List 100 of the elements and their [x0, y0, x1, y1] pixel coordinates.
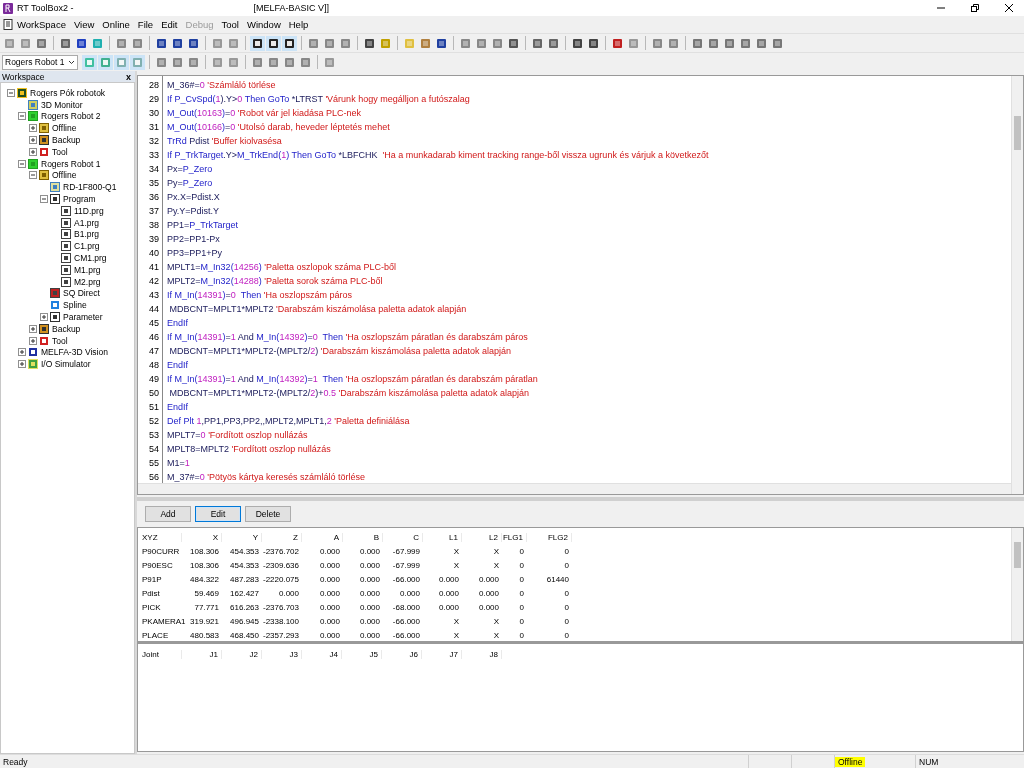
menu-item[interactable]: WorkSpace [13, 18, 70, 31]
code-line: PP2=PP1-Px [167, 233, 220, 246]
menu-item[interactable]: Edit [157, 18, 182, 31]
table-cell-text: -2376.702 [262, 546, 300, 556]
expand-icon[interactable] [18, 348, 26, 357]
tree-item[interactable]: A1.prg [73, 217, 100, 228]
table-cell-text: PICK [142, 602, 162, 612]
line-number: 40 [148, 247, 160, 260]
scrollbar[interactable] [138, 483, 1011, 494]
code-line: Py=P_Zero [167, 177, 213, 190]
table-cell-text: 0 [563, 630, 570, 640]
toolbar-button[interactable] [282, 35, 297, 51]
table-cell-text: Pdist [142, 588, 161, 598]
column-header: A [302, 532, 343, 542]
tree-item[interactable]: Parameter [62, 312, 103, 323]
line-number: 53 [148, 429, 160, 442]
code-editor[interactable] [137, 75, 1024, 495]
tree-item[interactable]: MELFA-3D Vision [40, 347, 108, 358]
column-header: J8 [462, 649, 502, 659]
tree-item[interactable]: C1.prg [73, 241, 100, 252]
expand-icon[interactable] [29, 124, 37, 133]
close-icon [1004, 3, 1014, 13]
expand-icon[interactable] [29, 336, 37, 345]
tree-item[interactable]: Backup [51, 323, 81, 334]
tree-item[interactable]: Tool [51, 146, 68, 157]
code-line: M_Out(10166)=0 'Utolsó darab, heveder léptetés mehet [167, 121, 390, 134]
line-number: 46 [148, 331, 160, 344]
collapse-icon[interactable] [29, 171, 37, 180]
tree-item[interactable]: RD-1F800-Q1 [62, 182, 117, 193]
close-button[interactable]: x [126, 71, 131, 82]
column-header: L2 [462, 532, 502, 542]
tree-item[interactable]: M1.prg [73, 264, 101, 275]
column-header: L1 [423, 532, 462, 542]
action-button[interactable]: Add [145, 506, 191, 522]
line-number: 44 [148, 303, 160, 316]
table-cell-text: 0 [563, 616, 570, 626]
expand-icon[interactable] [29, 324, 37, 333]
code-line: If P_TrkTarget.Y>M_TrkEnd(1) Then GoTo *LBFCHK 'Ha a munkadarab kiment tracking range-ből vissza ugrunk és várjuk a következőt [167, 149, 709, 162]
code-line: Px.X=Pdist.X [167, 191, 220, 204]
tree-item[interactable]: Offline [51, 170, 77, 181]
action-button[interactable]: Delete [245, 506, 291, 522]
scrollbar[interactable] [1011, 528, 1023, 641]
code-line: M_37#=0 'Pötyös kártya keresés számláló törlése [167, 471, 366, 484]
table-cell-text: 0 [518, 616, 525, 626]
menu-item[interactable]: File [133, 18, 158, 31]
tree-item[interactable]: Tool [51, 335, 68, 346]
code-line: EndIf [167, 359, 188, 372]
table-cell-text: 0.000 [477, 602, 500, 612]
robot-dropdown[interactable]: Rogers Robot 1 [2, 54, 78, 70]
table-cell-text: 0.000 [437, 574, 460, 584]
table-cell-text: 0.000 [477, 588, 500, 598]
menu-item[interactable]: Online [98, 18, 134, 31]
line-number: 38 [148, 219, 160, 232]
expand-icon[interactable] [18, 360, 26, 369]
collapse-icon[interactable] [7, 88, 15, 97]
menu-item[interactable]: Help [284, 18, 313, 31]
tree-item[interactable]: 11D.prg [73, 205, 104, 216]
menu-item[interactable]: View [69, 18, 99, 31]
expand-icon[interactable] [40, 313, 48, 322]
menu-item[interactable]: Window [242, 18, 285, 31]
table-cell-text: 0 [563, 546, 570, 556]
tree-item[interactable]: Rogers Robot 2 [40, 111, 101, 122]
table-cell-text: 0.000 [358, 616, 381, 626]
toolbar-button[interactable] [250, 35, 265, 51]
column-header: Y [222, 532, 262, 542]
table-cell-text: -2376.703 [262, 602, 300, 612]
table-cell-text: 484.322 [189, 574, 220, 584]
tree-item[interactable]: Offline [51, 123, 77, 134]
line-number: 50 [148, 387, 160, 400]
expand-icon[interactable] [29, 136, 37, 145]
line-number: 55 [148, 457, 160, 470]
tree-item[interactable]: I/O Simulator [40, 359, 91, 370]
tree-item[interactable]: M2.prg [73, 276, 101, 287]
scrollbar[interactable] [1011, 76, 1023, 494]
tree-item[interactable]: Backup [51, 135, 81, 146]
table-cell-text: -66.000 [391, 574, 421, 584]
tree-item[interactable]: Rogers Pók robotok [29, 87, 106, 98]
tree-item[interactable]: Spline [62, 300, 87, 311]
tree-item[interactable]: Program [62, 194, 96, 205]
expand-icon[interactable] [29, 147, 37, 156]
tree-item[interactable]: B1.prg [73, 229, 100, 240]
action-button[interactable]: Edit [195, 506, 241, 522]
column-header: J6 [382, 649, 422, 659]
table-cell-text: -2220.075 [262, 574, 300, 584]
tree-item[interactable]: Rogers Robot 1 [40, 158, 101, 169]
table-cell-text: 487.283 [229, 574, 260, 584]
menu-item[interactable]: Tool [217, 18, 243, 31]
collapse-icon[interactable] [40, 195, 48, 204]
tree-item[interactable]: 3D Monitor [40, 99, 83, 110]
code-line: MPLT7=0 'Fordított oszlop nullázás [167, 429, 308, 442]
collapse-icon[interactable] [18, 112, 26, 121]
table-cell-text: X [492, 560, 500, 570]
tree-item[interactable]: SQ Direct [62, 288, 100, 299]
table-cell-text: 108.306 [189, 560, 220, 570]
column-header: J7 [422, 649, 462, 659]
line-number: 43 [148, 289, 160, 302]
toolbar-button[interactable] [266, 35, 281, 51]
tree-item[interactable]: CM1.prg [73, 253, 107, 264]
code-line: MDBCNT=MPLT1*MPLT2-(MPLT2/2) 'Darabszám kiszámolása paletta adatok alapján [168, 345, 512, 358]
collapse-icon[interactable] [18, 159, 26, 168]
